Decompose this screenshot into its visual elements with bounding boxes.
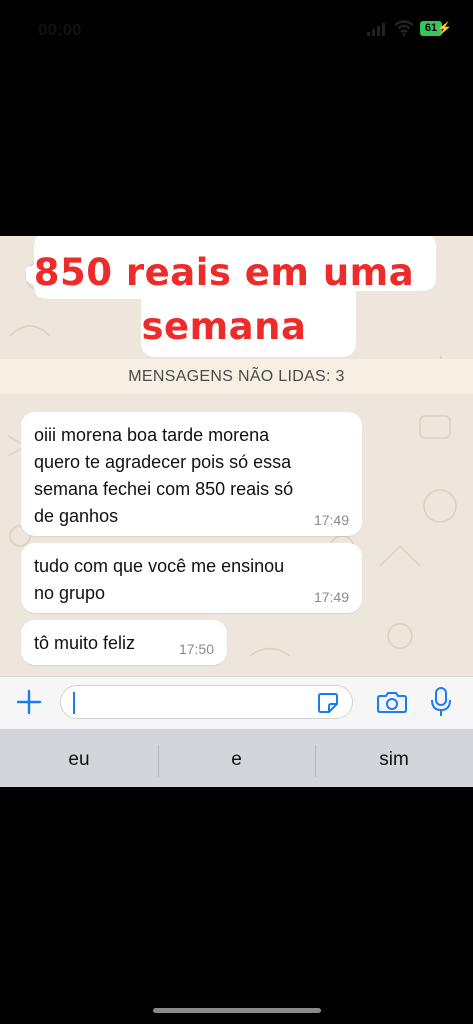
message-bubble[interactable]: tô muito feliz 17:50 — [21, 620, 227, 665]
message-bubble[interactable]: tudo com que você me ensinou no grupo 17… — [21, 543, 362, 613]
microphone-icon[interactable] — [430, 687, 452, 717]
unread-messages-banner: MENSAGENS NÃO LIDAS: 3 — [0, 359, 473, 394]
message-text: tô muito feliz — [34, 630, 135, 657]
suggestion-3[interactable]: sim — [315, 729, 473, 787]
message-line: de ganhos — [34, 506, 119, 526]
title-line-1: 850 reais em uma — [33, 251, 415, 294]
charging-bolt-icon: ⚡ — [437, 21, 452, 35]
message-timestamp: 17:50 — [178, 641, 214, 657]
status-bar: 00:00 61 ⚡ — [0, 0, 473, 60]
message-timestamp: 17:49 — [313, 512, 349, 528]
text-cursor — [73, 692, 75, 714]
message-line: quero te agradecer pois só essa — [34, 452, 292, 472]
plus-icon[interactable] — [16, 689, 42, 715]
message-line: oiii morena boa tarde morena — [34, 425, 270, 445]
sticker-icon[interactable] — [316, 691, 340, 715]
home-indicator[interactable] — [153, 1008, 321, 1013]
camera-icon[interactable] — [377, 690, 407, 714]
message-bubble[interactable]: oiii morena boa tarde morena quero te ag… — [21, 412, 362, 536]
status-time: 00:00 — [38, 20, 82, 39]
message-text: oiii morena boa tarde morena quero te ag… — [34, 422, 334, 530]
message-text: tudo com que você me ensinou no grupo — [34, 553, 344, 607]
chat-area: 850 reais em uma semana MENSAGENS NÃO LI… — [0, 236, 473, 676]
title-text: 850 reais em uma semana — [24, 246, 424, 354]
message-input-bar — [0, 676, 473, 729]
message-line: no grupo — [34, 583, 106, 603]
message-line: tudo com que você me ensinou — [34, 556, 285, 576]
message-input[interactable] — [60, 685, 353, 719]
suggestion-1[interactable]: eu — [0, 729, 158, 787]
message-line: semana fechei com 850 reais só — [34, 479, 294, 499]
signal-icon — [367, 23, 385, 36]
keyboard-suggestions: eu e sim — [0, 729, 473, 787]
message-timestamp: 17:49 — [313, 589, 349, 605]
suggestion-2[interactable]: e — [158, 729, 315, 787]
wifi-icon — [394, 20, 414, 36]
message-line: tô muito feliz — [34, 633, 136, 653]
title-line-2: semana — [141, 305, 307, 348]
